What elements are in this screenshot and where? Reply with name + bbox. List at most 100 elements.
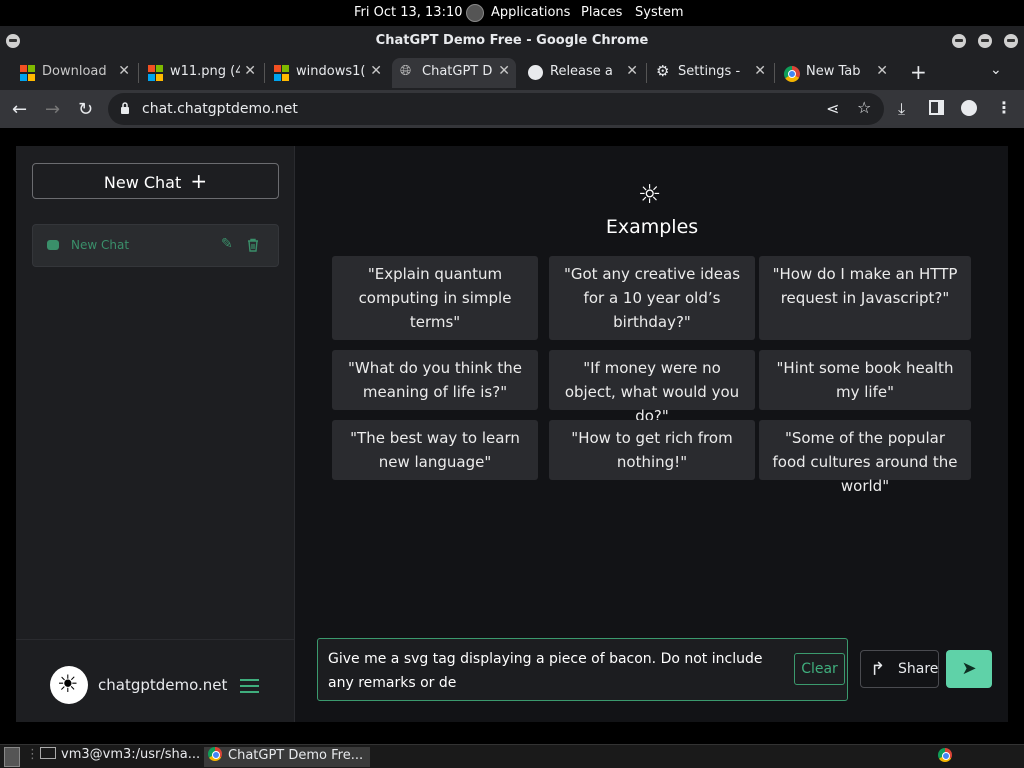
- example-card[interactable]: "Hint some book health my life": [759, 350, 971, 410]
- web-page: New Chat + New Chat ✎ ☀ chatgptdemo.net …: [16, 146, 1008, 722]
- chat-list-item[interactable]: New Chat ✎: [32, 224, 279, 267]
- share-button[interactable]: ↱ Share: [860, 650, 939, 688]
- close-tab-icon[interactable]: ✕: [876, 63, 888, 79]
- side-panel-icon[interactable]: [929, 100, 944, 115]
- tab-w11-png[interactable]: w11.png (4 ✕: [140, 58, 262, 88]
- trash-icon[interactable]: [247, 238, 259, 252]
- applications-menu[interactable]: Applications: [491, 5, 570, 20]
- tab-settings[interactable]: ⚙ Settings - ✕: [648, 58, 772, 88]
- close-window-icon[interactable]: [1004, 34, 1018, 48]
- close-tab-icon[interactable]: ✕: [626, 63, 638, 79]
- browser-toolbar: ← → ↻ chat.chatgptdemo.net ⋖ ☆ ⤓ ⋮: [0, 90, 1024, 128]
- minimize-icon[interactable]: [952, 34, 966, 48]
- lock-icon: [121, 102, 129, 114]
- tab-label: windows1(: [296, 64, 366, 79]
- tab-chatgpt-demo[interactable]: 🌐︎ ChatGPT D ✕: [392, 58, 516, 88]
- show-desktop-icon[interactable]: [4, 747, 20, 767]
- send-button[interactable]: ➤: [946, 650, 992, 688]
- tab-label: Release a: [550, 64, 613, 79]
- example-card[interactable]: "The best way to learn new language": [332, 420, 538, 480]
- tab-search-chevron-icon[interactable]: ⌄: [990, 62, 1002, 78]
- tab-label: New Tab: [806, 64, 861, 79]
- github-icon: [528, 65, 543, 80]
- close-tab-icon[interactable]: ✕: [244, 63, 256, 79]
- tab-label: ChatGPT D: [422, 64, 492, 79]
- chrome-icon: [784, 66, 800, 82]
- download-icon[interactable]: ⤓: [898, 99, 905, 119]
- tab-label: Download: [42, 64, 107, 79]
- forward-arrow-icon[interactable]: →: [45, 99, 60, 120]
- share-label: Share: [898, 661, 939, 677]
- clock[interactable]: Fri Oct 13, 13:10: [354, 5, 463, 20]
- tray-chrome-icon[interactable]: [938, 748, 952, 768]
- chrome-icon: [208, 747, 222, 761]
- site-name: chatgptdemo.net: [98, 676, 228, 694]
- prompt-input[interactable]: Give me a svg tag displaying a piece of …: [317, 638, 848, 701]
- windows-logo-icon: [20, 65, 36, 81]
- example-card[interactable]: "Some of the popular food cultures aroun…: [759, 420, 971, 495]
- examples-title: Examples: [605, 216, 699, 238]
- tab-downloads[interactable]: Download ✕: [12, 58, 136, 88]
- sidebar: New Chat + New Chat ✎ ☀ chatgptdemo.net: [16, 146, 295, 722]
- system-menu[interactable]: System: [635, 5, 683, 20]
- example-card[interactable]: "How do I make an HTTP request in Javasc…: [759, 256, 971, 340]
- hamburger-menu-icon[interactable]: [240, 679, 259, 697]
- terminal-icon: [40, 747, 56, 759]
- profile-avatar-icon[interactable]: [961, 100, 977, 116]
- window-titlebar: ChatGPT Demo Free - Google Chrome: [0, 26, 1024, 56]
- share-page-icon[interactable]: ⋖: [826, 99, 839, 118]
- places-menu[interactable]: Places: [581, 5, 622, 20]
- chat-item-label: New Chat: [71, 238, 130, 252]
- tab-release[interactable]: Release a ✕: [520, 58, 644, 88]
- bookmark-star-icon[interactable]: ☆: [857, 98, 871, 117]
- gnome-foot-icon: [466, 4, 484, 22]
- window-title: ChatGPT Demo Free - Google Chrome: [375, 33, 649, 48]
- back-arrow-icon[interactable]: ←: [12, 99, 27, 120]
- windows-logo-icon: [148, 65, 164, 81]
- address-bar[interactable]: chat.chatgptdemo.net ⋖ ☆: [108, 93, 884, 125]
- close-tab-icon[interactable]: ✕: [370, 63, 382, 79]
- url-text: chat.chatgptdemo.net: [142, 101, 298, 117]
- example-card[interactable]: "What do you think the meaning of life i…: [332, 350, 538, 410]
- close-tab-icon[interactable]: ✕: [754, 63, 766, 79]
- taskbar: ⋮ vm3@vm3:/usr/sha... ChatGPT Demo Fre..…: [0, 744, 1024, 768]
- chat-bubble-icon: [47, 240, 59, 250]
- kebab-menu-icon[interactable]: ⋮: [996, 98, 1012, 117]
- send-plane-icon: ➤: [961, 658, 977, 679]
- new-chat-button[interactable]: New Chat +: [32, 163, 279, 199]
- taskbar-item-label: vm3@vm3:/usr/sha...: [61, 747, 201, 762]
- example-card[interactable]: "If money were no object, what would you…: [549, 350, 755, 425]
- sun-icon: ☼: [638, 180, 662, 210]
- close-tab-icon[interactable]: ✕: [498, 63, 510, 79]
- example-card[interactable]: "How to get rich from nothing!": [549, 420, 755, 480]
- plus-icon: +: [190, 169, 208, 193]
- close-tab-icon[interactable]: ✕: [118, 63, 130, 79]
- new-chat-label: New Chat: [103, 173, 182, 192]
- gear-icon: ⚙: [656, 62, 670, 80]
- taskbar-chrome[interactable]: ChatGPT Demo Fre...: [204, 747, 370, 767]
- example-card[interactable]: "Got any creative ideas for a 10 year ol…: [549, 256, 755, 340]
- share-arrow-icon: ↱: [870, 659, 886, 680]
- taskbar-terminal[interactable]: vm3@vm3:/usr/sha...: [36, 747, 200, 767]
- tab-separator: [264, 63, 265, 83]
- maximize-icon[interactable]: [978, 34, 992, 48]
- main-content: ☼ Examples "Explain quantum computing in…: [296, 146, 1008, 722]
- reload-icon[interactable]: ↻: [78, 99, 93, 120]
- site-logo[interactable]: ☀: [50, 666, 88, 704]
- globe-icon: 🌐︎: [400, 63, 412, 79]
- sun-logo-icon: ☀: [57, 670, 79, 698]
- tab-label: Settings -: [678, 64, 741, 79]
- taskbar-item-label: ChatGPT Demo Fre...: [228, 748, 364, 763]
- new-tab-plus-icon[interactable]: +: [910, 60, 927, 84]
- tab-label: w11.png (4: [170, 64, 240, 79]
- sidebar-footer: ☀ chatgptdemo.net: [16, 639, 295, 722]
- tab-new-tab[interactable]: New Tab ✕: [776, 58, 894, 88]
- tab-windows10[interactable]: windows1( ✕: [266, 58, 388, 88]
- tab-separator: [774, 63, 775, 83]
- pencil-icon[interactable]: ✎: [221, 236, 233, 252]
- prompt-input-text[interactable]: Give me a svg tag displaying a piece of …: [328, 647, 786, 695]
- example-card[interactable]: "Explain quantum computing in simple ter…: [332, 256, 538, 340]
- clear-button[interactable]: Clear: [794, 653, 845, 685]
- windows-logo-icon: [274, 65, 290, 81]
- tab-separator: [138, 63, 139, 83]
